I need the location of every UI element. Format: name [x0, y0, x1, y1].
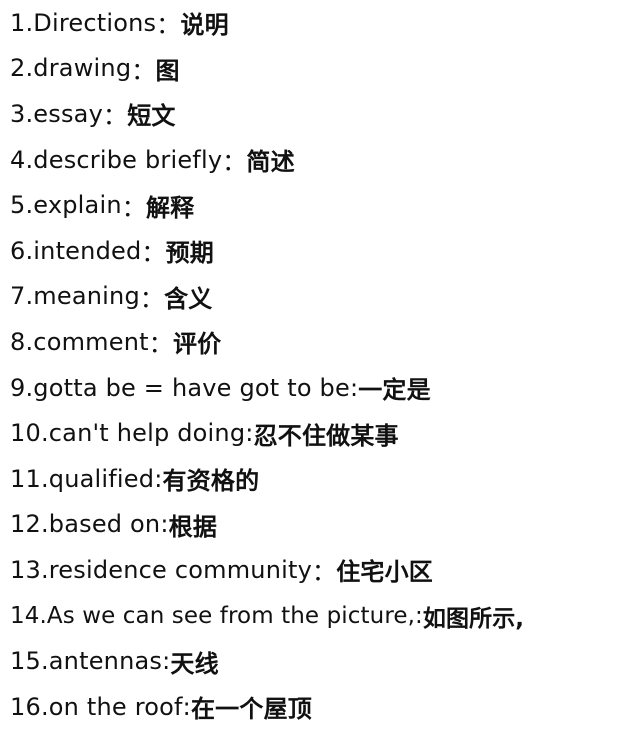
meaning: 在一个屋顶 — [190, 695, 312, 724]
meaning: 含义 — [164, 284, 213, 313]
separator: ： — [156, 11, 181, 40]
term: 7.meaning — [10, 282, 140, 311]
meaning: 解释 — [145, 193, 195, 222]
separator: ： — [148, 330, 173, 359]
meaning: 简述 — [246, 148, 295, 177]
term: 10.can't help doing — [10, 419, 246, 448]
term: 6.intended — [10, 236, 142, 265]
term: 15.antennas — [10, 647, 163, 676]
term: 14.As we can see from the picture, — [10, 602, 416, 629]
separator: : — [154, 464, 163, 493]
list-item: 2.drawing：图 — [10, 46, 635, 92]
list-item: 9.gotta be = have got to be: 一定是 — [10, 365, 635, 411]
list-item: 6.intended：预期 — [10, 228, 635, 274]
meaning: 短文 — [127, 102, 176, 131]
separator: : — [182, 692, 191, 721]
list-item: 8.comment：评价 — [10, 319, 635, 365]
term: 8.comment — [10, 327, 149, 356]
separator: ： — [102, 102, 128, 131]
list-item: 12.based on: 根据 — [10, 502, 635, 548]
separator: : — [245, 419, 254, 448]
term: 2.drawing — [10, 54, 132, 83]
term: 3.essay — [10, 99, 103, 128]
vocabulary-list: 1.Directions：说明 2.drawing：图 3.essay：短文 4… — [10, 0, 635, 730]
meaning: 预期 — [165, 239, 215, 268]
separator: : — [415, 602, 423, 629]
list-item: 1.Directions：说明 — [10, 0, 635, 46]
list-item: 7.meaning：含义 — [10, 274, 635, 320]
separator: ： — [131, 56, 156, 85]
list-item: 4.describe briefly：简述 — [10, 137, 635, 183]
meaning: 忍不住做某事 — [253, 421, 399, 450]
separator: : — [349, 373, 359, 402]
separator: : — [162, 647, 171, 676]
separator: : — [160, 510, 169, 539]
term: 16.on the roof — [10, 692, 183, 721]
list-item: 16.on the roof: 在一个屋顶 — [10, 684, 635, 730]
list-item: 14.As we can see from the picture,: 如图所示… — [10, 593, 635, 639]
list-item: 13.residence community：住宅小区 — [10, 547, 635, 593]
meaning: 天线 — [170, 649, 219, 678]
separator: ： — [141, 239, 166, 268]
list-item: 5.explain：解释 — [10, 182, 635, 228]
term: 9.gotta be = have got to be — [10, 373, 350, 402]
separator: ： — [222, 148, 247, 177]
separator: ： — [312, 558, 337, 587]
meaning: 评价 — [172, 330, 222, 359]
separator: ： — [121, 193, 146, 222]
term: 12.based on — [10, 510, 161, 539]
meaning: 如图所示, — [422, 605, 525, 632]
term: 4.describe briefly — [10, 145, 223, 174]
list-item: 11.qualified: 有资格的 — [10, 456, 635, 502]
term: 11.qualified — [10, 464, 155, 493]
meaning: 根据 — [168, 512, 218, 541]
meaning: 说明 — [180, 11, 229, 40]
term: 13.residence community — [10, 555, 312, 584]
list-item: 15.antennas: 天线 — [10, 638, 635, 684]
meaning: 一定是 — [358, 376, 431, 405]
meaning: 住宅小区 — [336, 558, 434, 587]
meaning: 有资格的 — [162, 467, 260, 496]
list-item: 3.essay：短文 — [10, 91, 635, 137]
term: 5.explain — [10, 191, 122, 220]
meaning: 图 — [155, 56, 180, 85]
list-item: 10.can't help doing: 忍不住做某事 — [10, 410, 635, 456]
term: 1.Directions — [10, 8, 157, 37]
separator: ： — [139, 284, 165, 313]
